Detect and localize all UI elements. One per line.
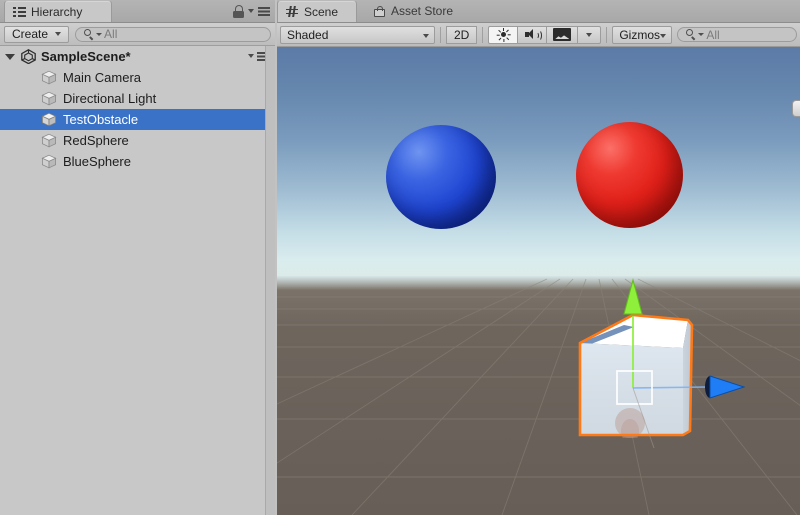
image-effects-icon — [553, 28, 572, 41]
red-sphere-object[interactable] — [576, 122, 683, 228]
asset-store-bag-icon — [373, 5, 386, 18]
scene-view-toggles — [488, 25, 602, 44]
hamburger-menu-icon[interactable] — [258, 6, 270, 16]
gizmos-label: Gizmos — [619, 27, 661, 42]
hierarchy-search-input[interactable]: All — [75, 26, 271, 42]
scene-toolbar: Shaded 2D Gizmos All — [277, 23, 800, 47]
chevron-down-icon — [586, 32, 593, 37]
scene-viewport[interactable] — [277, 47, 800, 515]
draw-mode-dropdown[interactable]: Shaded — [280, 25, 435, 44]
hierarchy-tabbar: Hierarchy — [0, 0, 275, 23]
chevron-down-icon — [248, 54, 254, 58]
draw-mode-label: Shaded — [287, 27, 329, 42]
chevron-down-icon — [698, 33, 705, 36]
move-tool-gizmo[interactable] — [568, 258, 768, 448]
cube-gameobject-icon — [41, 133, 57, 148]
hierarchy-tree: SampleScene* Main Camera Directional Lig… — [0, 46, 275, 172]
cube-gameobject-icon — [41, 91, 57, 106]
hierarchy-item-red-sphere[interactable]: RedSphere — [0, 130, 275, 151]
hierarchy-item-test-obstacle[interactable]: TestObstacle — [0, 109, 275, 130]
chevron-down-icon — [660, 33, 667, 38]
cube-gameobject-icon — [41, 70, 57, 85]
lighting-toggle-button[interactable] — [488, 25, 519, 44]
cube-gameobject-icon — [41, 112, 57, 127]
scene-search-placeholder: All — [706, 27, 720, 42]
toolbar-separator — [440, 26, 441, 43]
audio-toggle-button[interactable] — [517, 25, 548, 44]
cube-gameobject-icon — [41, 154, 57, 169]
tab-asset-store-label: Asset Store — [391, 4, 454, 18]
hierarchy-item-directional-light[interactable]: Directional Light — [0, 88, 275, 109]
toolbar-separator — [482, 26, 484, 43]
hierarchy-list-icon — [13, 5, 26, 18]
hierarchy-search-placeholder: All — [104, 27, 118, 41]
gizmos-dropdown[interactable]: Gizmos — [612, 25, 673, 44]
hierarchy-item-label: Main Camera — [63, 70, 142, 85]
hierarchy-item-label: Directional Light — [63, 91, 157, 106]
tab-hierarchy[interactable]: Hierarchy — [4, 0, 112, 22]
hierarchy-item-label: TestObstacle — [63, 112, 139, 127]
hierarchy-item-label: BlueSphere — [63, 154, 131, 169]
hierarchy-header-controls — [233, 3, 270, 19]
hierarchy-scrollbar[interactable] — [265, 46, 275, 515]
foldout-triangle-icon[interactable] — [5, 53, 15, 60]
tab-scene[interactable]: Scene — [277, 0, 357, 22]
hierarchy-item-main-camera[interactable]: Main Camera — [0, 67, 275, 88]
toolbar-separator — [606, 26, 608, 43]
chevron-down-icon — [96, 32, 103, 36]
create-button[interactable]: Create — [4, 25, 70, 43]
sun-lighting-icon — [496, 27, 511, 42]
blue-sphere-object[interactable] — [386, 125, 496, 229]
unity-editor-window: Hierarchy Create All SampleScene* Main C… — [0, 0, 800, 515]
fx-dropdown-button[interactable] — [577, 25, 602, 44]
scene-name-label: SampleScene* — [41, 49, 131, 64]
create-button-label: Create — [12, 27, 49, 41]
two-d-label: 2D — [454, 27, 470, 42]
fx-toggle-button[interactable] — [546, 25, 579, 44]
hierarchy-scene-row[interactable]: SampleScene* — [0, 46, 275, 67]
scene-search-input[interactable]: All — [677, 27, 797, 42]
lock-icon[interactable] — [233, 4, 244, 18]
scene-grid-icon — [286, 5, 299, 18]
hierarchy-item-blue-sphere[interactable]: BlueSphere — [0, 151, 275, 172]
scene-panel: Scene Asset Store Shaded 2D Gizmos All — [277, 0, 800, 515]
hierarchy-toolbar: Create All — [0, 23, 275, 46]
tab-asset-store[interactable]: Asset Store — [365, 0, 485, 22]
speaker-audio-icon — [524, 28, 542, 41]
hierarchy-item-label: RedSphere — [63, 133, 129, 148]
test-obstacle-cube[interactable] — [578, 278, 746, 448]
unity-logo-icon — [21, 49, 36, 64]
scene-tabbar: Scene Asset Store — [277, 0, 800, 23]
search-icon — [84, 28, 95, 40]
scene-view-edge-handle[interactable] — [792, 100, 800, 117]
tab-hierarchy-label: Hierarchy — [31, 4, 83, 19]
chevron-down-icon — [423, 33, 429, 38]
search-icon — [686, 29, 697, 40]
tab-scene-label: Scene — [304, 4, 339, 19]
hierarchy-panel: Hierarchy Create All SampleScene* Main C… — [0, 0, 275, 515]
chevron-down-icon[interactable] — [248, 9, 254, 13]
chevron-down-icon — [55, 32, 62, 36]
two-d-toggle-button[interactable]: 2D — [446, 25, 478, 44]
